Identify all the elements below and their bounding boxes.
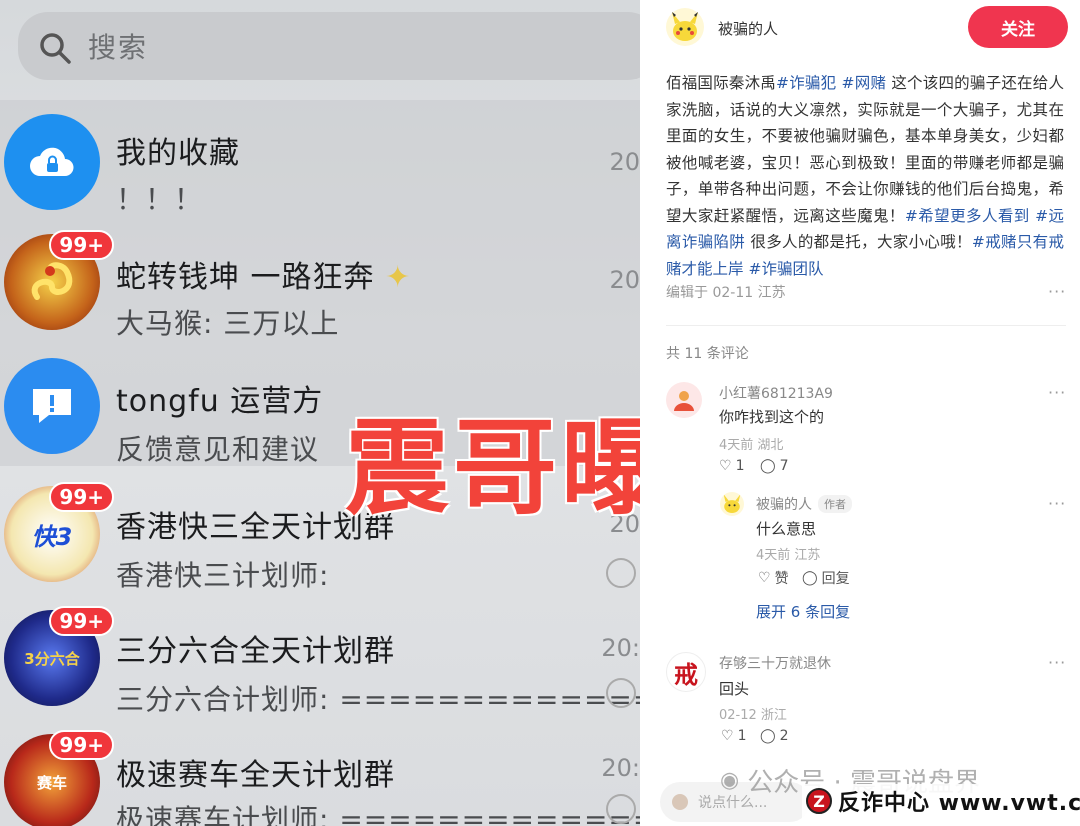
snake-icon [31, 262, 73, 300]
comment-text: 回头 [719, 680, 750, 698]
comment-text: 你咋找到这个的 [719, 408, 825, 426]
commenter-name[interactable]: 小红薯681213A9 [719, 383, 833, 403]
author-avatar-small[interactable] [720, 492, 744, 516]
mute-icon [606, 794, 636, 824]
mute-icon [606, 678, 636, 708]
group-avatar: 快3 99+ [4, 482, 114, 582]
screenshot-root: 搜索 我的收藏 ！！！ 20 99+ 蛇转钱坤 一路狂奔 ✦ 大马猴: 三万以上 [0, 0, 1080, 826]
unread-badge: 99+ [49, 482, 114, 512]
hashtag-link[interactable]: #网赌 [842, 74, 887, 92]
commenter-avatar[interactable] [666, 382, 702, 418]
post-content: 佰福国际秦沐禹#诈骗犯 #网赌 这个该四的骗子还在给人家洗脑，话说的大义凛然，实… [666, 70, 1064, 282]
comment-count: 共 11 条评论 [666, 346, 749, 362]
pikachu-icon [672, 12, 698, 41]
hashtag-link[interactable]: #诈骗团队 [748, 260, 823, 278]
chat-row-liuhe[interactable]: 3分六合 99+ 三分六合全天计划群 三分六合计划师: ============… [0, 594, 640, 716]
message-alert-icon [33, 389, 71, 423]
group-avatar: 99+ [4, 230, 114, 330]
chat-title: 三分六合全天计划群 [116, 634, 395, 669]
user-avatar-icon [672, 794, 688, 810]
reply-count-button[interactable]: ◯ 7 [760, 458, 789, 474]
comment-icon: ◯ [802, 570, 818, 586]
unread-badge: 99+ [49, 606, 114, 636]
unread-badge: 99+ [49, 230, 114, 260]
like-button[interactable]: ♡ 1 [721, 728, 746, 744]
chat-list-photo: 搜索 我的收藏 ！！！ 20 99+ 蛇转钱坤 一路狂奔 ✦ 大马猴: 三万以上 [0, 0, 640, 826]
chat-time: 20 [609, 148, 640, 176]
chat-row-racing[interactable]: 赛车 99+ 极速赛车全天计划群 极速赛车计划师: ==============… [0, 718, 640, 826]
like-button[interactable]: ♡ 赞 [758, 568, 789, 588]
chat-row-favorites[interactable]: 我的收藏 ！！！ 20 [0, 100, 640, 222]
chat-title: 我的收藏 [116, 136, 240, 171]
reply-meta: 4天前 江苏 [756, 548, 821, 563]
post-detail: 被骗的人 关注 佰福国际秦沐禹#诈骗犯 #网赌 这个该四的骗子还在给人家洗脑，话… [640, 0, 1080, 826]
heart-icon: ♡ [719, 458, 732, 474]
commenter-name[interactable]: 存够三十万就退休 [719, 653, 831, 673]
service-avatar [4, 358, 100, 454]
more-icon[interactable]: ··· [1048, 383, 1066, 402]
pikachu-icon [723, 494, 741, 514]
search-placeholder: 搜索 [88, 31, 149, 64]
site-watermark: Z 反诈中心 www.vwt.cc [802, 784, 1080, 818]
reply-author-name[interactable]: 被骗的人 [756, 494, 812, 514]
chat-time: 20: [601, 634, 640, 662]
unread-badge: 99+ [49, 730, 114, 760]
chat-subtitle: ！！！ [116, 183, 204, 216]
reply-text: 什么意思 [756, 520, 817, 538]
post-text: 佰福国际秦沐禹 [666, 74, 777, 92]
overlay-title: 震哥曝光 [345, 407, 640, 529]
chat-subtitle: 反馈意见和建议 [116, 433, 320, 466]
mute-icon [606, 558, 636, 588]
hashtag-link[interactable]: #希望更多人看到 [905, 207, 1030, 225]
site-logo-icon: Z [806, 788, 832, 814]
edit-meta: 编辑于 02-11 江苏 [666, 285, 786, 301]
like-button[interactable]: ♡ 1 [719, 458, 744, 474]
group-avatar: 3分六合 99+ [4, 606, 114, 706]
author-tag: 作者 [818, 495, 852, 513]
divider [666, 325, 1066, 326]
sparkle-icon: ✦ [385, 260, 412, 295]
user-icon [674, 391, 694, 411]
heart-icon: ♡ [721, 728, 734, 744]
chat-title: 极速赛车全天计划群 [116, 758, 395, 793]
more-icon[interactable]: ··· [1048, 282, 1066, 301]
more-icon[interactable]: ··· [1048, 494, 1066, 513]
group-avatar: 赛车 99+ [4, 730, 114, 826]
comment-meta: 02-12 浙江 [719, 708, 787, 723]
chat-subtitle: 极速赛车计划师: ============== [116, 803, 640, 826]
search-bar[interactable]: 搜索 [18, 12, 640, 80]
reply-button[interactable]: ◯ 回复 [802, 568, 850, 588]
comment-icon: ◯ [760, 458, 776, 474]
quit-gambling-logo: 戒 [674, 660, 698, 689]
comment-icon: ◯ [760, 728, 776, 744]
author-name[interactable]: 被骗的人 [718, 18, 778, 39]
expand-replies-link[interactable]: 展开 6 条回复 [756, 601, 850, 622]
chat-title: tongfu 运营方 [116, 384, 324, 419]
favorites-avatar [4, 114, 100, 210]
chat-time: 20 [609, 266, 640, 294]
commenter-avatar[interactable]: 戒 [666, 652, 706, 692]
wechat-icon: ◉ [720, 768, 740, 793]
hashtag-link[interactable]: #诈骗犯 [776, 74, 836, 92]
cloud-lock-icon [30, 147, 74, 176]
author-avatar[interactable] [666, 8, 704, 46]
chat-row-group[interactable]: 99+ 蛇转钱坤 一路狂奔 ✦ 大马猴: 三万以上 20 [0, 222, 640, 344]
like-count: 1 [735, 458, 745, 474]
search-icon [38, 31, 71, 64]
chat-subtitle: 三分六合计划师: ============== [116, 683, 640, 716]
reply-count: 7 [779, 458, 789, 474]
heart-icon: ♡ [758, 570, 771, 586]
post-text: 这个该四的骗子还在给人家洗脑，话说的大义凛然，实际就是一个大骗子，尤其在里面的女… [666, 74, 1064, 225]
chat-subtitle: 大马猴: 三万以上 [116, 307, 340, 340]
comment-meta: 4天前 湖北 [719, 438, 784, 453]
chat-time: 20: [601, 754, 640, 782]
post-text: 很多人的都是托，大家小心哦！ [745, 233, 972, 251]
follow-button[interactable]: 关注 [968, 6, 1068, 48]
more-icon[interactable]: ··· [1048, 653, 1066, 672]
chat-title: 蛇转钱坤 一路狂奔 ✦ [116, 260, 412, 295]
reply-count-button[interactable]: ◯ 2 [760, 728, 789, 744]
chat-subtitle: 香港快三计划师: [116, 559, 330, 592]
